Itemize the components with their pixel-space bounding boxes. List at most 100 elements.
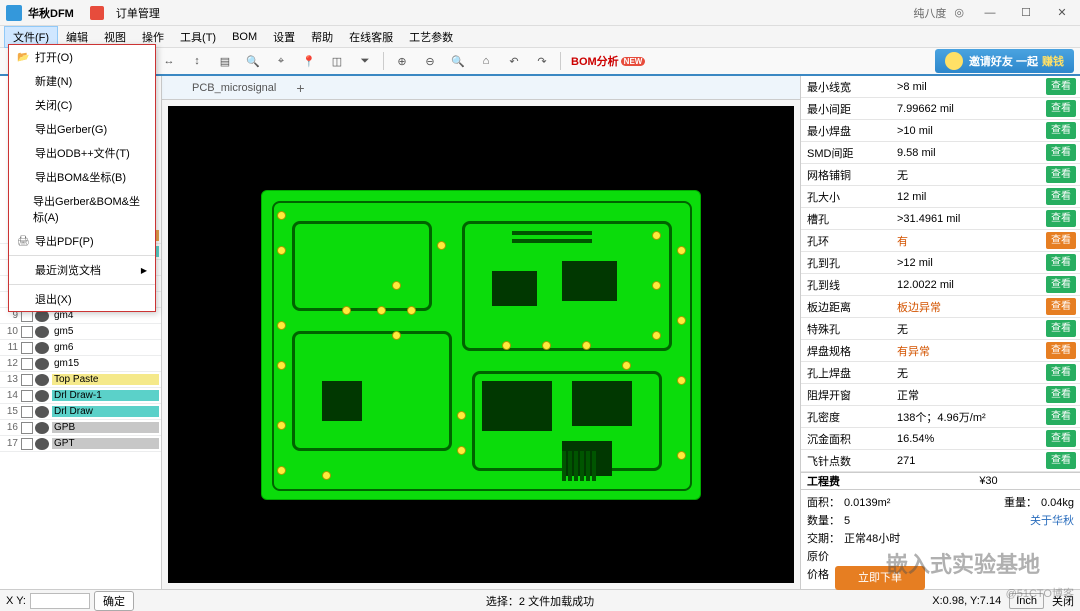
unit-toggle[interactable]: Inch <box>1009 593 1044 609</box>
file-menu-item[interactable]: 退出(X) <box>9 287 155 311</box>
layer-row[interactable]: 10gm5 <box>0 324 161 340</box>
view-button[interactable]: 查看 <box>1046 386 1076 403</box>
align-icon[interactable]: ▤ <box>212 50 238 72</box>
view-button[interactable]: 查看 <box>1046 78 1076 95</box>
prop-value: 271 <box>897 455 1046 467</box>
view-button[interactable]: 查看 <box>1046 166 1076 183</box>
arrow-v-icon[interactable]: ↕ <box>184 50 210 72</box>
view-button[interactable]: 查看 <box>1046 232 1076 249</box>
close-button[interactable]: ✕ <box>1044 0 1080 26</box>
xy-input[interactable] <box>30 593 90 609</box>
view-button[interactable]: 查看 <box>1046 100 1076 117</box>
redo-icon[interactable]: ↷ <box>529 50 555 72</box>
eye-icon[interactable] <box>35 438 49 450</box>
prop-value: 7.99662 mil <box>897 103 1046 115</box>
menu-设置[interactable]: 设置 <box>265 27 303 47</box>
view-button[interactable]: 查看 <box>1046 430 1076 447</box>
view-button[interactable]: 查看 <box>1046 144 1076 161</box>
document-tabstrip: PCB_microsignal + <box>162 76 800 100</box>
view-button[interactable]: 查看 <box>1046 320 1076 337</box>
menu-帮助[interactable]: 帮助 <box>303 27 341 47</box>
eye-icon[interactable] <box>35 406 49 418</box>
layer-index: 15 <box>2 406 18 417</box>
file-menu-item[interactable]: 📂打开(O) <box>9 45 155 69</box>
menu-工艺参数[interactable]: 工艺参数 <box>401 27 461 47</box>
select-icon[interactable]: ◫ <box>324 50 350 72</box>
arrow-h-icon[interactable]: ↔ <box>156 50 182 72</box>
menu-工具(T)[interactable]: 工具(T) <box>172 27 224 47</box>
layer-checkbox[interactable] <box>21 438 33 450</box>
file-menu-item[interactable]: 🖨导出PDF(P) <box>9 229 155 253</box>
zoom-in-icon[interactable]: ⊕ <box>389 50 415 72</box>
layer-checkbox[interactable] <box>21 358 33 370</box>
add-tab-button[interactable]: + <box>286 77 314 99</box>
zoom-out-icon[interactable]: ⊖ <box>417 50 443 72</box>
layer-row[interactable]: 15Drl Draw <box>0 404 161 420</box>
mag-icon[interactable]: 🔍 <box>240 50 266 72</box>
view-button[interactable]: 查看 <box>1046 276 1076 293</box>
eye-icon[interactable] <box>35 326 49 338</box>
eye-icon[interactable] <box>35 422 49 434</box>
about-link[interactable]: 关于华秋 <box>1030 512 1074 530</box>
layer-checkbox[interactable] <box>21 326 33 338</box>
layer-row[interactable]: 12gm15 <box>0 356 161 372</box>
fold-icon[interactable]: ⏷ <box>352 50 378 72</box>
menu-在线客服[interactable]: 在线客服 <box>341 27 401 47</box>
view-button[interactable]: 查看 <box>1046 342 1076 359</box>
file-menu-item[interactable]: 导出Gerber&BOM&坐标(A) <box>9 189 155 229</box>
property-row: 最小线宽>8 mil查看 <box>801 76 1080 98</box>
username[interactable]: 纯八度 <box>913 5 946 21</box>
file-menu-item[interactable]: 新建(N) <box>9 69 155 93</box>
view-button[interactable]: 查看 <box>1046 188 1076 205</box>
bom-analyze-button[interactable]: BOM分析 NEW <box>565 51 651 71</box>
status-close[interactable]: 关闭 <box>1052 593 1074 609</box>
layer-checkbox[interactable] <box>21 390 33 402</box>
pin-icon[interactable]: 📍 <box>296 50 322 72</box>
layer-checkbox[interactable] <box>21 406 33 418</box>
eye-icon[interactable] <box>35 342 49 354</box>
file-menu-item[interactable]: 导出BOM&坐标(B) <box>9 165 155 189</box>
document-tab[interactable]: PCB_microsignal <box>182 79 286 97</box>
xy-ok-button[interactable]: 确定 <box>94 591 134 611</box>
search-icon[interactable]: 🔍 <box>445 50 471 72</box>
undo-icon[interactable]: ↶ <box>501 50 527 72</box>
user-avatar-icon[interactable]: ◎ <box>954 6 964 19</box>
view-button[interactable]: 查看 <box>1046 122 1076 139</box>
layer-row[interactable]: 14Drl Draw-1 <box>0 388 161 404</box>
prop-label: 焊盘规格 <box>801 343 897 359</box>
secondary-tab[interactable]: 订单管理 <box>116 5 160 21</box>
view-button[interactable]: 查看 <box>1046 364 1076 381</box>
eye-icon[interactable] <box>35 358 49 370</box>
layer-row[interactable]: 17GPT <box>0 436 161 452</box>
pcb-canvas[interactable] <box>168 106 794 583</box>
menu-BOM[interactable]: BOM <box>224 29 265 45</box>
view-button[interactable]: 查看 <box>1046 254 1076 271</box>
view-button[interactable]: 查看 <box>1046 210 1076 227</box>
minimize-button[interactable]: — <box>972 0 1008 26</box>
file-menu-item[interactable]: 导出Gerber(G) <box>9 117 155 141</box>
layer-checkbox[interactable] <box>21 342 33 354</box>
layer-checkbox[interactable] <box>21 374 33 386</box>
layer-row[interactable]: 16GPB <box>0 420 161 436</box>
order-icon <box>90 6 104 20</box>
layer-checkbox[interactable] <box>21 422 33 434</box>
view-button[interactable]: 查看 <box>1046 452 1076 469</box>
file-menu-item[interactable]: 关闭(C) <box>9 93 155 117</box>
view-button[interactable]: 查看 <box>1046 298 1076 315</box>
view-button[interactable]: 查看 <box>1046 408 1076 425</box>
layer-row[interactable]: 11gm6 <box>0 340 161 356</box>
order-now-button[interactable]: 立即下单 <box>835 566 925 590</box>
home-icon[interactable]: ⌂ <box>473 50 499 72</box>
prop-value: 有异常 <box>897 343 1046 359</box>
menu-item-label: 新建(N) <box>35 73 72 89</box>
file-menu-item[interactable]: 导出ODB++文件(T) <box>9 141 155 165</box>
eye-icon[interactable] <box>35 374 49 386</box>
eye-icon[interactable] <box>35 390 49 402</box>
layer-row[interactable]: 13Top Paste <box>0 372 161 388</box>
target-icon[interactable]: ⌖ <box>268 50 294 72</box>
maximize-button[interactable]: ☐ <box>1008 0 1044 26</box>
prop-label: 孔上焊盘 <box>801 365 897 381</box>
status-message: 选择：2 文件加载成功 <box>486 593 594 609</box>
promo-banner[interactable]: 邀请好友 一起 赚钱 <box>935 49 1074 73</box>
file-menu-item[interactable]: 最近浏览文档▶ <box>9 258 155 282</box>
